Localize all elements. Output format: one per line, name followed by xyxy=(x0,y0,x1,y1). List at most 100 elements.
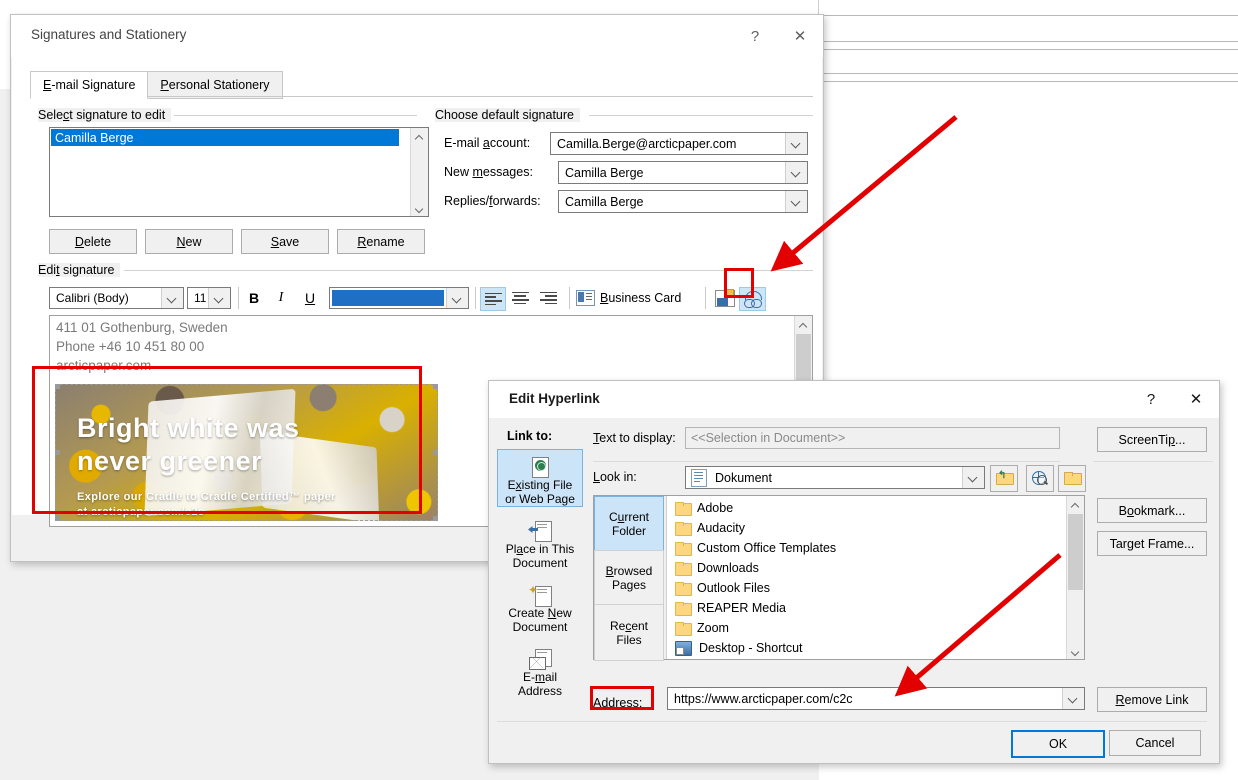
address-combo[interactable]: https://www.arcticpaper.com/c2c xyxy=(667,687,1085,710)
resize-handle[interactable] xyxy=(55,516,60,521)
file-list-scrollbar[interactable] xyxy=(1066,496,1084,659)
place-tab-line1: Current xyxy=(608,510,650,524)
signature-banner-image[interactable]: Bright white was never greener Explore o… xyxy=(55,384,438,521)
file-list-item[interactable]: Downloads xyxy=(667,558,1066,578)
up-one-folder-icon: ↰ xyxy=(996,471,1014,485)
link-to-email-address[interactable]: E-mail Address xyxy=(497,641,583,699)
insert-hyperlink-icon xyxy=(743,291,762,308)
new-messages-label: New messages: xyxy=(444,165,533,179)
resize-handle[interactable] xyxy=(433,450,438,455)
ok-button[interactable]: OK xyxy=(1011,730,1105,758)
toolbar-separator xyxy=(705,287,706,309)
save-button[interactable]: Save xyxy=(241,229,329,254)
resize-handle[interactable] xyxy=(55,450,60,455)
chevron-down-icon[interactable] xyxy=(208,288,230,308)
align-left-button[interactable] xyxy=(480,287,506,311)
browse-the-web-button[interactable] xyxy=(1026,465,1054,492)
resize-handle[interactable] xyxy=(433,384,438,389)
file-list-item[interactable]: REAPER Media xyxy=(667,598,1066,618)
help-icon[interactable]: ? xyxy=(733,15,777,57)
chevron-down-icon[interactable] xyxy=(962,467,984,488)
text-to-display-field[interactable]: <<Selection in Document>> xyxy=(685,427,1060,449)
target-frame-button[interactable]: Target Frame... xyxy=(1097,531,1207,556)
chevron-down-icon[interactable] xyxy=(785,191,807,212)
file-list-item[interactable]: Zoom xyxy=(667,618,1066,638)
link-to-label-1: E-mail xyxy=(522,670,557,684)
existing-file-icon xyxy=(527,456,553,478)
place-bar: Current Folder Browsed Pages Recent File… xyxy=(594,496,667,661)
place-tab-browsed-pages[interactable]: Browsed Pages xyxy=(594,550,664,606)
scroll-down-icon[interactable] xyxy=(411,199,428,216)
link-to-create-new-document[interactable]: ✦ Create New Document xyxy=(497,577,583,635)
font-size-combo[interactable]: 11 xyxy=(187,287,231,309)
place-tab-recent-files[interactable]: Recent Files xyxy=(594,604,664,661)
insert-picture-button[interactable] xyxy=(712,287,737,309)
file-list-item[interactable]: Custom Office Templates xyxy=(667,538,1066,558)
look-in-combo[interactable]: Dokument xyxy=(685,466,985,489)
toolbar-separator xyxy=(475,287,476,309)
resize-handle[interactable] xyxy=(433,516,438,521)
bookmark-button[interactable]: Bookmark... xyxy=(1097,498,1207,523)
font-family-value: Calibri (Body) xyxy=(56,291,129,305)
close-icon[interactable]: ✕ xyxy=(777,15,823,57)
close-icon[interactable]: ✕ xyxy=(1173,381,1219,417)
screentip-button[interactable]: ScreenTip... xyxy=(1097,427,1207,452)
chevron-down-icon[interactable] xyxy=(785,162,807,183)
align-right-icon xyxy=(539,291,557,305)
signature-list-scrollbar[interactable] xyxy=(410,128,428,216)
font-color-combo[interactable] xyxy=(329,287,469,309)
new-messages-combo[interactable]: Camilla Berge xyxy=(558,161,808,184)
look-in-value: Dokument xyxy=(715,470,772,485)
chevron-down-icon[interactable] xyxy=(446,288,468,308)
chevron-down-icon[interactable] xyxy=(785,133,807,154)
chevron-down-icon[interactable] xyxy=(1062,688,1084,709)
insert-hyperlink-button[interactable] xyxy=(739,287,766,311)
file-browser-pane: Current Folder Browsed Pages Recent File… xyxy=(593,495,1085,661)
tab-personal-stationery[interactable]: Personal Stationery xyxy=(147,71,283,99)
folder-icon xyxy=(675,542,692,556)
up-one-folder-button[interactable]: ↰ xyxy=(990,465,1018,492)
remove-link-button[interactable]: Remove Link xyxy=(1097,687,1207,712)
file-list-item[interactable]: Audacity xyxy=(667,518,1066,538)
signature-list-item[interactable]: Camilla Berge xyxy=(51,129,399,146)
italic-button[interactable]: I xyxy=(270,288,292,308)
group-rule xyxy=(124,270,813,271)
file-list-item[interactable]: Outlook Files xyxy=(667,578,1066,598)
link-to-place-in-this-document[interactable]: Place in This Document xyxy=(497,513,583,571)
cancel-button[interactable]: Cancel xyxy=(1109,730,1201,756)
link-to-existing-file-or-web-page[interactable]: Existing File or Web Page xyxy=(497,449,583,507)
font-family-combo[interactable]: Calibri (Body) xyxy=(49,287,184,309)
signature-list[interactable]: Camilla Berge xyxy=(49,127,429,217)
new-messages-value: Camilla Berge xyxy=(565,165,644,180)
scroll-down-icon[interactable] xyxy=(1067,642,1084,659)
file-list-item[interactable]: Desktop - Shortcut xyxy=(667,638,1066,657)
new-button[interactable]: New xyxy=(145,229,233,254)
help-icon[interactable]: ? xyxy=(1129,381,1173,417)
tab-strip: E-mail Signature Personal Stationery xyxy=(30,71,283,99)
file-list-item-label: Zoom xyxy=(697,621,729,635)
business-card-button[interactable]: Business Card xyxy=(576,287,694,309)
align-right-button[interactable] xyxy=(536,287,560,309)
rename-button[interactable]: Rename xyxy=(337,229,425,254)
chevron-down-icon[interactable] xyxy=(161,288,183,308)
toolbar-separator xyxy=(569,287,570,309)
scroll-up-icon[interactable] xyxy=(411,128,428,145)
underline-button[interactable]: U xyxy=(299,288,321,308)
replies-forwards-combo[interactable]: Camilla Berge xyxy=(558,190,808,213)
place-tab-current-folder[interactable]: Current Folder xyxy=(594,496,664,552)
scrollbar-thumb[interactable] xyxy=(1068,514,1083,590)
tab-email-signature[interactable]: E-mail Signature xyxy=(30,71,149,99)
delete-button[interactable]: Delete xyxy=(49,229,137,254)
align-center-button[interactable] xyxy=(508,287,532,309)
scroll-up-icon[interactable] xyxy=(795,316,812,333)
file-list[interactable]: Adobe Audacity Custom Office Templates Down… xyxy=(667,498,1066,657)
scroll-up-icon[interactable] xyxy=(1067,496,1084,513)
email-account-combo[interactable]: Camilla.Berge@arcticpaper.com xyxy=(550,132,808,155)
file-list-item[interactable]: Adobe xyxy=(667,498,1066,518)
link-to-label-2: or Web Page xyxy=(505,492,575,506)
browse-for-file-button[interactable] xyxy=(1058,465,1086,492)
email-account-label: E-mail account: xyxy=(444,136,531,150)
dialog-title: Edit Hyperlink xyxy=(509,391,600,406)
bold-button[interactable]: B xyxy=(243,288,265,308)
resize-handle[interactable] xyxy=(55,384,60,389)
